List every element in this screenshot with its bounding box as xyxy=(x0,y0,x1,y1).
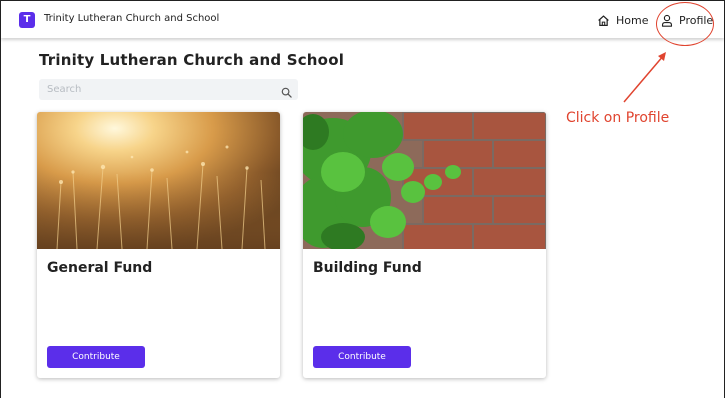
nav-home-label: Home xyxy=(616,13,649,27)
fund-title: Building Fund xyxy=(313,260,422,276)
contribute-button-general[interactable]: Contribute xyxy=(47,346,145,368)
nav-profile-label: Profile xyxy=(679,13,714,27)
org-name-link[interactable]: Trinity Lutheran Church and School xyxy=(44,13,219,24)
contribute-button-building[interactable]: Contribute xyxy=(313,346,411,368)
main-content: Trinity Lutheran Church and School Searc… xyxy=(1,38,724,398)
search-input[interactable] xyxy=(39,79,279,100)
nav-profile-link[interactable]: Profile xyxy=(661,11,713,29)
search-box xyxy=(39,79,298,100)
annotation-text: Click on Profile xyxy=(566,110,670,126)
home-icon xyxy=(597,14,610,27)
org-logo[interactable]: T xyxy=(19,12,35,28)
ivy-brick-wall-photo xyxy=(303,112,546,249)
page-title: Trinity Lutheran Church and School xyxy=(39,51,345,69)
fund-card-general[interactable]: General Fund Contribute xyxy=(37,112,280,378)
fund-card-building[interactable]: Building Fund Contribute xyxy=(303,112,546,378)
user-icon xyxy=(661,14,673,27)
search-icon[interactable] xyxy=(281,83,292,102)
nav-home-link[interactable]: Home xyxy=(597,11,648,29)
fund-title: General Fund xyxy=(47,260,153,276)
top-nav-bar: T Trinity Lutheran Church and School Hom… xyxy=(1,1,724,38)
golden-field-photo xyxy=(37,112,280,249)
